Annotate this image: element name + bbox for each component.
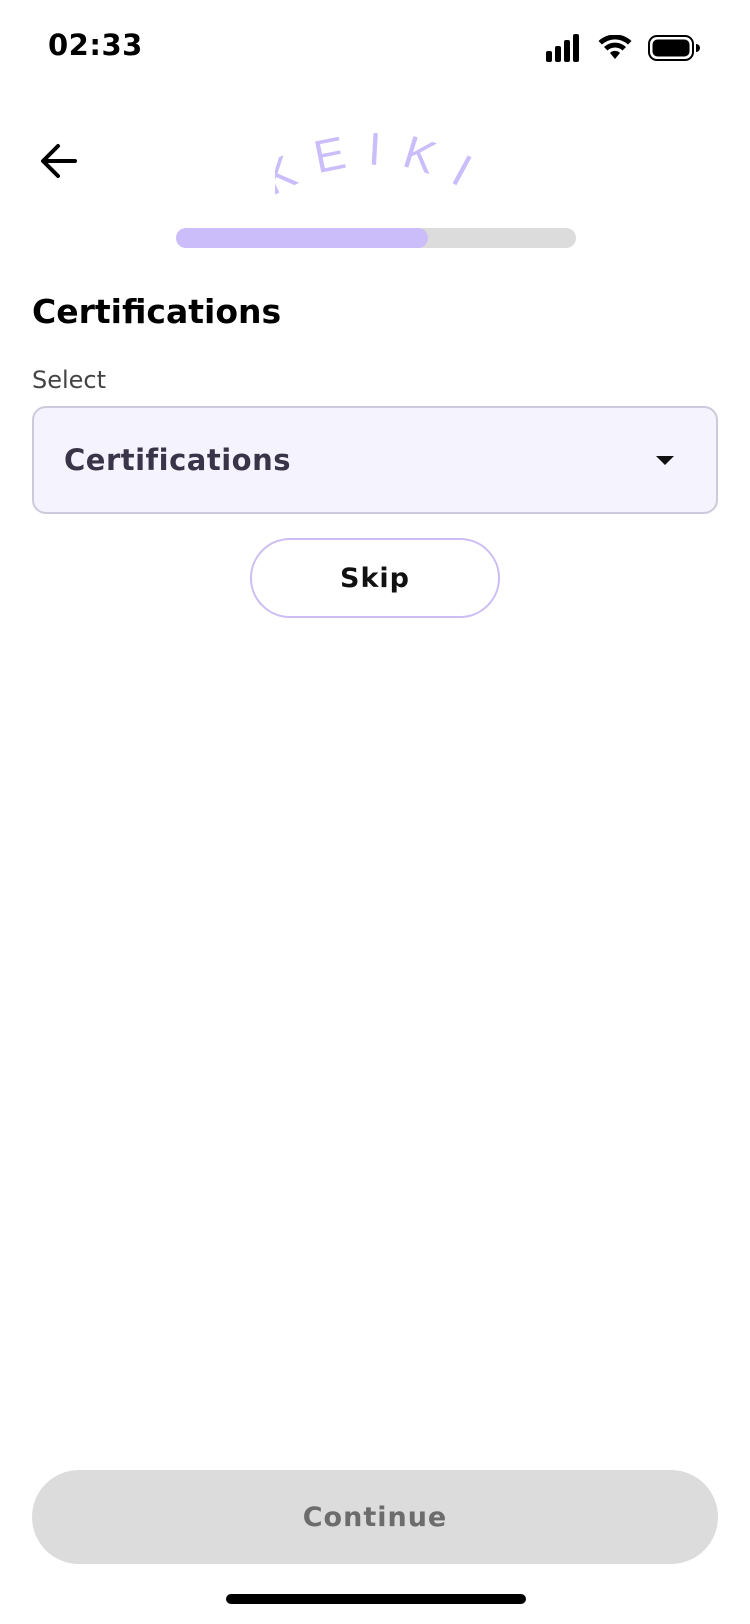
status-time: 02:33 bbox=[48, 28, 143, 62]
progress-fill bbox=[176, 228, 428, 248]
certifications-select[interactable]: Certifications bbox=[32, 406, 718, 514]
page-title: Certifications bbox=[32, 292, 282, 331]
continue-button[interactable]: Continue bbox=[32, 1470, 718, 1564]
select-label: Select bbox=[32, 366, 107, 394]
home-indicator bbox=[226, 1594, 526, 1604]
back-button[interactable] bbox=[32, 136, 86, 190]
svg-text:KEIKI: KEIKI bbox=[275, 122, 475, 200]
progress-bar bbox=[176, 228, 576, 248]
status-bar: 02:33 bbox=[0, 0, 750, 96]
battery-icon bbox=[648, 35, 700, 65]
wifi-icon bbox=[598, 34, 632, 65]
skip-button[interactable]: Skip bbox=[250, 538, 500, 618]
arrow-left-icon bbox=[39, 143, 79, 183]
signal-icon bbox=[546, 34, 582, 66]
status-icons bbox=[546, 34, 700, 66]
keiki-logo: KEIKI bbox=[253, 120, 477, 206]
select-value: Certifications bbox=[64, 443, 292, 477]
caret-down-icon bbox=[656, 455, 674, 465]
